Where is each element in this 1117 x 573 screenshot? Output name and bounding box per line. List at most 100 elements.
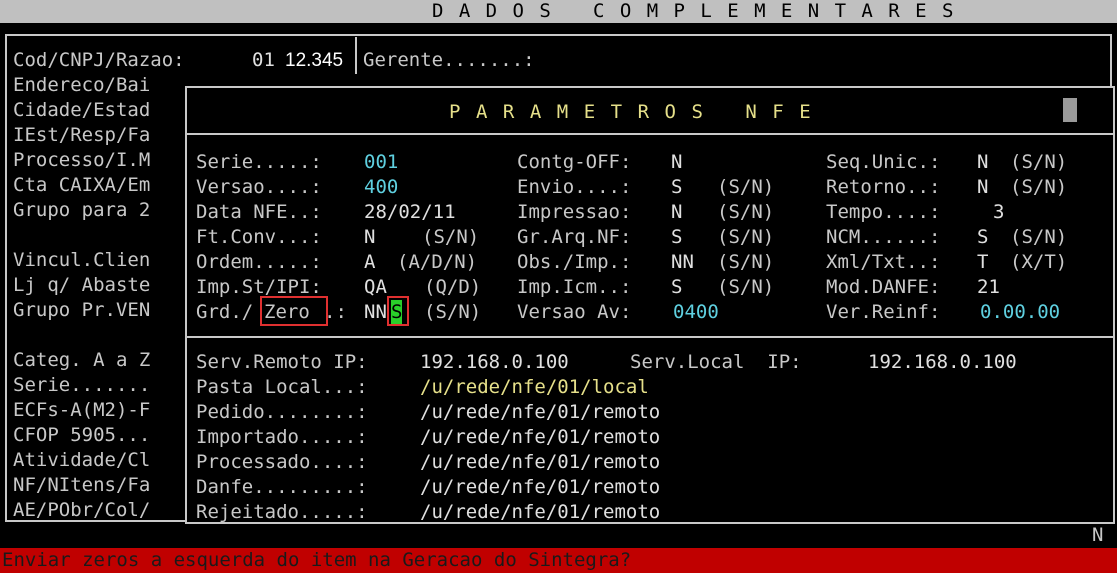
param-value[interactable]: 21 <box>977 275 1000 300</box>
serv-remoto-ip[interactable]: 192.168.0.100 <box>420 350 569 375</box>
param-label: Tempo....: <box>826 201 941 223</box>
param-label: Seq.Unic.: <box>826 151 941 173</box>
cnpj-value[interactable]: 12.345 <box>285 48 343 73</box>
param-hint: (S/N) <box>717 176 775 198</box>
param-hint: (S/N) <box>717 226 775 248</box>
param-label: Gr.Arq.NF: <box>517 226 632 248</box>
param-label: Ordem.....: <box>196 251 322 273</box>
param-value[interactable]: A <box>364 250 375 275</box>
param-value[interactable]: S <box>977 225 988 250</box>
param-value[interactable]: 28/02/11 <box>364 200 456 225</box>
param-hint: (S/N) <box>1010 176 1068 198</box>
title-separator <box>187 133 1113 135</box>
zero-highlight-box <box>260 296 328 326</box>
background-field-label: Categ. A a Z <box>13 349 151 371</box>
param-label: Serie.....: <box>196 151 322 173</box>
param-label: Mod.DANFE: <box>826 276 941 298</box>
path-label: Processado....: <box>196 451 368 473</box>
param-value[interactable]: 3 <box>993 200 1004 225</box>
param-value[interactable]: N <box>671 150 682 175</box>
param-value[interactable]: N <box>977 150 988 175</box>
param-hint: (X/T) <box>1010 251 1068 273</box>
param-label: Ft.Conv...: <box>196 226 322 248</box>
background-field-label: Grupo Pr.VEN <box>13 299 151 321</box>
param-value[interactable]: S <box>671 175 682 200</box>
versao-av-label: Versao Av: <box>517 301 632 323</box>
param-hint: (S/N) <box>422 226 480 248</box>
background-field-label: Processo/I.M <box>13 149 151 171</box>
cursor-highlight-box <box>387 296 409 326</box>
param-label: Retorno..: <box>826 176 941 198</box>
param-hint: (S/N) <box>1010 226 1068 248</box>
path-value[interactable]: /u/rede/nfe/01/local <box>420 375 649 400</box>
param-label: NCM......: <box>826 226 941 248</box>
param-value[interactable]: S <box>671 225 682 250</box>
param-value[interactable]: S <box>671 275 682 300</box>
path-value[interactable]: /u/rede/nfe/01/remoto <box>420 500 660 525</box>
ver-reinf-value[interactable]: 0.00.00 <box>980 300 1060 325</box>
background-field-label: Grupo para 2 <box>13 199 151 221</box>
versao-av-value[interactable]: 0400 <box>673 300 719 325</box>
background-field-label: Endereco/Bai <box>13 74 151 96</box>
param-value[interactable]: 400 <box>364 175 398 200</box>
param-value[interactable]: T <box>977 250 988 275</box>
param-value[interactable]: NN <box>671 250 694 275</box>
serv-local-label: Serv.Local IP: <box>630 351 802 373</box>
param-label: Contg-OFF: <box>517 151 632 173</box>
window-title: DADOS COMPLEMENTARES <box>432 0 969 22</box>
path-label: Danfe.........: <box>196 476 368 498</box>
background-field-label: AE/PObr/Col/ <box>13 499 151 521</box>
background-field-label: Cta CAIXA/Em <box>13 174 151 196</box>
path-value[interactable]: /u/rede/nfe/01/remoto <box>420 400 660 425</box>
grd-zero-value[interactable]: NN <box>364 300 387 325</box>
param-hint: (S/N) <box>717 251 775 273</box>
grd-label-prefix: Grd./ <box>196 301 254 323</box>
status-bar: Enviar zeros a esquerda do item na Gerac… <box>0 548 1117 573</box>
param-label: Imp.Icm..: <box>517 276 632 298</box>
scrollbar-handle[interactable] <box>1063 98 1077 122</box>
background-field-label: IEst/Resp/Fa <box>13 124 151 146</box>
section-separator <box>187 336 1113 338</box>
background-field-label: ECFs-A(M2)-F <box>13 399 151 421</box>
path-value[interactable]: /u/rede/nfe/01/remoto <box>420 425 660 450</box>
background-field-label: NF/NItens/Fa <box>13 474 151 496</box>
param-label: Xml/Txt..: <box>826 251 941 273</box>
param-hint: (S/N) <box>1010 151 1068 173</box>
param-hint: (A/D/N) <box>397 251 478 273</box>
background-field-label: Cidade/Estad <box>13 99 151 121</box>
gerente-label: Gerente.......: <box>363 49 535 71</box>
ver-reinf-label: Ver.Reinf: <box>826 301 941 323</box>
serv-local-ip[interactable]: 192.168.0.100 <box>868 350 1017 375</box>
background-field-label: CFOP 5905... <box>13 424 151 446</box>
path-label: Importado.....: <box>196 426 368 448</box>
title-bar: DADOS COMPLEMENTARES <box>0 0 1117 23</box>
cod-value[interactable]: 01 <box>252 48 275 73</box>
param-hint: (S/N) <box>717 276 775 298</box>
background-field-label: Lj q/ Abaste <box>13 274 151 296</box>
param-label: Envio....: <box>517 176 632 198</box>
background-field-label: Serie....... <box>13 374 151 396</box>
param-value[interactable]: N <box>364 225 375 250</box>
param-value[interactable]: N <box>977 175 988 200</box>
param-value[interactable]: QA <box>364 275 387 300</box>
param-label: Obs./Imp.: <box>517 251 632 273</box>
cod-label: Cod/CNPJ/Razao: <box>13 49 185 71</box>
background-field-label: Atividade/Cl <box>13 449 151 471</box>
path-value[interactable]: /u/rede/nfe/01/remoto <box>420 475 660 500</box>
param-label: Versao....: <box>196 176 322 198</box>
right-edge-value: N <box>1092 524 1104 546</box>
param-label: Impressao: <box>517 201 632 223</box>
dialog-title: PARAMETROS NFE <box>449 101 827 123</box>
param-hint: (S/N) <box>717 201 775 223</box>
param-label: Data NFE..: <box>196 201 322 223</box>
serv-remoto-label: Serv.Remoto IP: <box>196 351 368 373</box>
background-field-label: Vincul.Clien <box>13 249 151 271</box>
path-value[interactable]: /u/rede/nfe/01/remoto <box>420 450 660 475</box>
path-label: Pasta Local...: <box>196 376 368 398</box>
path-label: Pedido........: <box>196 401 368 423</box>
status-message: Enviar zeros a esquerda do item na Gerac… <box>2 549 632 571</box>
param-value[interactable]: N <box>671 200 682 225</box>
field-divider <box>355 37 357 74</box>
param-hint: (Q/D) <box>424 276 482 298</box>
param-value[interactable]: 001 <box>364 150 398 175</box>
